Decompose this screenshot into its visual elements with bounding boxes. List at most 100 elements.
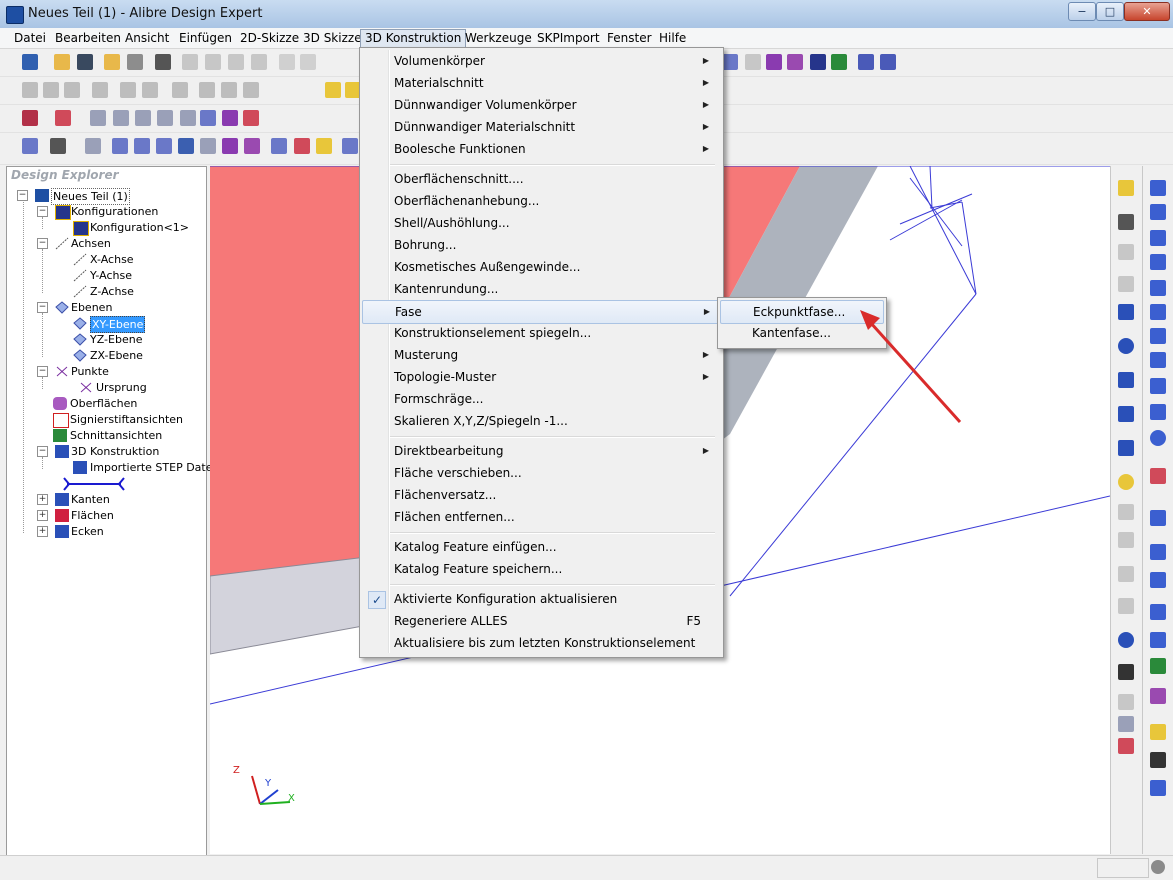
trim-icon[interactable] (1118, 276, 1134, 292)
tree-item-yz-ebene[interactable]: YZ-Ebene (73, 332, 193, 347)
constraint-tool-8-icon[interactable] (1150, 352, 1166, 368)
feature-tool-1-icon[interactable] (90, 110, 106, 126)
pattern-sketch-icon[interactable] (1118, 598, 1134, 614)
arc-icon[interactable] (1118, 372, 1134, 388)
fillet-sketch-icon[interactable] (1118, 566, 1134, 582)
menu-2d-skizze[interactable]: 2D-Skizze (236, 30, 303, 47)
menu-item-aktualisiere[interactable]: Aktualisiere bis zum letzten Konstruktio… (362, 632, 719, 654)
sketch-tool-2-icon[interactable] (50, 138, 66, 154)
resize-grip-icon[interactable] (1151, 860, 1165, 874)
feature-tool-8-icon[interactable] (243, 110, 259, 126)
new-icon[interactable] (22, 54, 38, 70)
menu-item-katalog-speichern[interactable]: Katalog Feature speichern... (362, 558, 719, 580)
intersect-icon[interactable] (1118, 532, 1134, 548)
menu-3d-konstruktion[interactable]: 3D Konstruktion (360, 29, 467, 48)
view-tool-2-icon[interactable] (43, 82, 59, 98)
menu-item-oberflaechenanhebung[interactable]: Oberflächenanhebung... (362, 190, 719, 212)
menu-item-aktivierte-konfiguration[interactable]: ✓ Aktivierte Konfiguration aktualisieren (362, 588, 719, 610)
tree-item-xy-ebene[interactable]: XY-Ebene (73, 316, 193, 333)
point-sketch-icon[interactable] (1118, 474, 1134, 490)
sketch-tool-6-icon[interactable] (156, 138, 172, 154)
constraint-tool-22-icon[interactable] (1150, 780, 1166, 796)
close-button[interactable]: ✕ (1124, 2, 1170, 21)
menu-3d-skizze[interactable]: 3D Skizze (299, 30, 366, 47)
feature-tool-5-icon[interactable] (180, 110, 196, 126)
menu-skpimport[interactable]: SKPImport (533, 30, 604, 47)
menu-item-topologie-muster[interactable]: Topologie-Muster ▶ (362, 366, 719, 388)
tree-item-y-achse[interactable]: Y-Achse (73, 268, 193, 283)
sketch-tool-1-icon[interactable] (22, 138, 38, 154)
line-style-icon[interactable] (1118, 244, 1134, 260)
offset-icon[interactable] (1118, 504, 1134, 520)
view-tool-5-icon[interactable] (120, 82, 136, 98)
constraint-tool-1-icon[interactable] (1150, 180, 1166, 196)
menu-item-materialschnitt[interactable]: Materialschnitt ▶ (362, 72, 719, 94)
sketch-tool-11-icon[interactable] (271, 138, 287, 154)
tree-item-x-achse[interactable]: X-Achse (73, 252, 193, 267)
sketch-tool-a-icon[interactable] (1118, 694, 1134, 710)
collapse-icon[interactable]: − (17, 190, 28, 201)
sketch-tool-c-icon[interactable] (1118, 738, 1134, 754)
measure-tool-icon[interactable] (858, 54, 874, 70)
tree-item-step[interactable]: Importierte STEP Datei (73, 460, 216, 475)
constraint-tool-9-icon[interactable] (1150, 378, 1166, 394)
cut-icon[interactable] (182, 54, 198, 70)
sketch-tool-8-icon[interactable] (200, 138, 216, 154)
constraint-tool-10-icon[interactable] (1150, 404, 1166, 420)
tree-item-ebenen[interactable]: − Ebenen (37, 300, 197, 315)
expand-icon[interactable]: + (37, 526, 48, 537)
menu-item-duennwandiger-volumenkoerper[interactable]: Dünnwandiger Volumenkörper ▶ (362, 94, 719, 116)
paste-icon[interactable] (228, 54, 244, 70)
menu-item-shell[interactable]: Shell/Aushöhlung... (362, 212, 719, 234)
tree-item-konfigurationen[interactable]: − Konfigurationen (37, 204, 197, 220)
extrude-icon[interactable] (22, 110, 38, 126)
config-tool-icon[interactable] (810, 54, 826, 70)
constraint-tool-12-icon[interactable] (1150, 468, 1166, 484)
maximize-button[interactable]: □ (1096, 2, 1124, 21)
collapse-icon[interactable]: − (37, 302, 48, 313)
center-icon[interactable] (1118, 632, 1134, 648)
feature-tool-2-icon[interactable] (113, 110, 129, 126)
view-tool-6-icon[interactable] (142, 82, 158, 98)
constraint-tool-4-icon[interactable] (1150, 254, 1166, 270)
sketch-tool-13-icon[interactable] (316, 138, 332, 154)
sketch-tool-9-icon[interactable] (222, 138, 238, 154)
tree-root[interactable]: − Neues Teil (1) (17, 188, 197, 205)
menu-bearbeiten[interactable]: Bearbeiten (51, 30, 125, 47)
plane-tool-icon[interactable] (722, 54, 738, 70)
menu-fenster[interactable]: Fenster (603, 30, 656, 47)
view-tool-7-icon[interactable] (172, 82, 188, 98)
constraint-tool-3-icon[interactable] (1150, 230, 1166, 246)
menu-item-katalog-einfuegen[interactable]: Katalog Feature einfügen... (362, 536, 719, 558)
function-icon[interactable] (1150, 752, 1166, 768)
sketch-tool-5-icon[interactable] (134, 138, 150, 154)
tree-item-ursprung[interactable]: Ursprung (73, 380, 193, 395)
text-icon[interactable] (1118, 664, 1134, 680)
menu-datei[interactable]: Datei (10, 30, 50, 47)
collapse-icon[interactable]: − (37, 366, 48, 377)
line-icon[interactable] (1118, 304, 1134, 320)
spline-icon[interactable] (1118, 440, 1134, 456)
axis-tool-icon[interactable] (745, 54, 761, 70)
collapse-icon[interactable]: − (37, 446, 48, 457)
cube-view-icon[interactable] (325, 82, 341, 98)
menu-item-regeneriere-alles[interactable]: Regeneriere ALLES F5 (362, 610, 719, 632)
expand-icon[interactable]: + (37, 510, 48, 521)
view-tool-4-icon[interactable] (92, 82, 108, 98)
view-tool-8-icon[interactable] (199, 82, 215, 98)
section-tool-icon[interactable] (831, 54, 847, 70)
menu-item-musterung[interactable]: Musterung ▶ (362, 344, 719, 366)
surface-tool-icon[interactable] (787, 54, 803, 70)
print-preview-icon[interactable] (127, 54, 143, 70)
minimize-button[interactable]: − (1068, 2, 1096, 21)
tree-item-flaechen[interactable]: + Flächen (37, 508, 197, 523)
menu-item-gewinde[interactable]: Kosmetisches Außengewinde... (362, 256, 719, 278)
feature-tool-3-icon[interactable] (135, 110, 151, 126)
sketch-tool-4-icon[interactable] (112, 138, 128, 154)
menu-item-spiegeln[interactable]: Konstruktionselement spiegeln... (362, 322, 719, 344)
tree-item-punkte[interactable]: − Punkte (37, 364, 197, 379)
menu-werkzeuge[interactable]: Werkzeuge (461, 30, 536, 47)
menu-item-formschraege[interactable]: Formschräge... (362, 388, 719, 410)
tree-item-zx-ebene[interactable]: ZX-Ebene (73, 348, 193, 363)
tree-item-3d-konstruktion[interactable]: − 3D Konstruktion (37, 444, 202, 459)
